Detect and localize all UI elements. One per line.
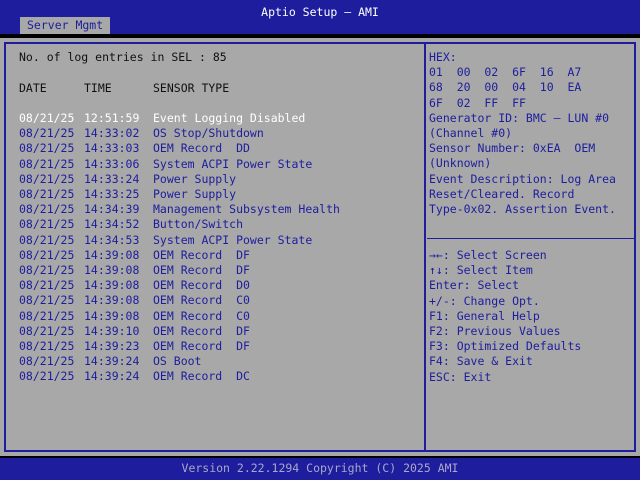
log-entry-type[interactable]: OEM Record D0 — [153, 278, 250, 293]
log-entry-time[interactable]: 14:33:25 — [84, 187, 139, 202]
log-entry-date[interactable]: 08/21/25 — [19, 126, 74, 141]
log-entry-type[interactable]: OS Stop/Shutdown — [153, 126, 264, 141]
log-entry-time[interactable]: 14:33:24 — [84, 172, 139, 187]
log-entry-time[interactable]: 14:34:39 — [84, 202, 139, 217]
log-entry-type[interactable]: OEM Record DC — [153, 369, 250, 384]
log-entry-time[interactable]: 14:39:23 — [84, 339, 139, 354]
log-entry-time[interactable]: 14:39:24 — [84, 354, 139, 369]
detail-line: Generator ID: BMC – LUN #0 — [429, 110, 610, 125]
help-line: ↑↓: Select Item — [429, 263, 533, 278]
log-entry-date[interactable]: 08/21/25 — [19, 369, 74, 384]
footer-version: Version 2.22.1294 Copyright (C) 2025 AMI — [0, 458, 640, 480]
log-entry-type[interactable]: OEM Record C0 — [153, 309, 250, 324]
log-entry-date[interactable]: 08/21/25 — [19, 172, 74, 187]
title-bar: Aptio Setup – AMI Server Mgmt — [0, 0, 640, 34]
detail-line: 01 00 02 6F 16 A7 — [429, 65, 582, 80]
log-entry-date[interactable]: 08/21/25 — [19, 141, 74, 156]
log-entry-date[interactable]: 08/21/25 — [19, 339, 74, 354]
help-line: Enter: Select — [429, 278, 520, 293]
log-entry-type[interactable]: OEM Record DF — [153, 248, 250, 263]
log-entry-time[interactable]: 14:39:08 — [84, 278, 139, 293]
log-entry-time[interactable]: 14:34:53 — [84, 233, 139, 248]
log-entry-date[interactable]: 08/21/25 — [19, 217, 74, 232]
help-line: +/-: Change Opt. — [429, 293, 540, 308]
log-entry-date[interactable]: 08/21/25 — [19, 248, 74, 263]
log-entry-time[interactable]: 14:39:10 — [84, 324, 139, 339]
detail-line: (Channel #0) — [429, 126, 513, 140]
log-entry-time[interactable]: 14:34:52 — [84, 217, 139, 232]
log-entry-date[interactable]: 08/21/25 — [19, 233, 74, 248]
detail-line: Sensor Number: 0xEA OEM — [429, 141, 596, 156]
log-entry-type[interactable]: OEM Record DF — [153, 324, 250, 339]
detail-line: Reset/Cleared. Record — [429, 186, 575, 201]
log-entry-date[interactable]: 08/21/25 — [19, 278, 74, 293]
help-line: →←: Select Screen — [429, 248, 547, 262]
log-entry-time[interactable]: 14:39:24 — [84, 369, 139, 384]
detail-line: (Unknown) — [429, 156, 492, 171]
log-entry-date[interactable]: 08/21/25 — [19, 309, 74, 324]
main-panel: No. of log entries in SEL : 85 DATE TIME… — [0, 38, 640, 456]
log-entry-time[interactable]: 14:33:06 — [84, 157, 139, 172]
log-entry-date[interactable]: 08/21/25 — [19, 354, 74, 369]
col-date: DATE — [19, 81, 47, 95]
pane-divider — [424, 42, 426, 452]
col-sensor-type: SENSOR TYPE — [153, 81, 230, 95]
log-entry-time[interactable]: 14:39:08 — [84, 263, 139, 278]
log-entry-time[interactable]: 14:39:08 — [84, 248, 139, 263]
log-entry-date[interactable]: 08/21/25 — [19, 157, 74, 172]
log-entry-type[interactable]: System ACPI Power State — [153, 157, 312, 172]
log-entry-date[interactable]: 08/21/25 — [19, 263, 74, 278]
log-entry-type[interactable]: Event Logging Disabled — [153, 111, 305, 126]
log-entry-type[interactable]: Management Subsystem Health — [153, 202, 340, 217]
log-entry-type[interactable]: Power Supply — [153, 187, 236, 202]
log-entry-time[interactable]: 14:39:08 — [84, 293, 139, 308]
help-line: F2: Previous Values — [429, 324, 561, 338]
log-entry-date[interactable]: 08/21/25 — [19, 111, 74, 126]
detail-line: HEX: — [429, 50, 457, 64]
log-entry-type[interactable]: System ACPI Power State — [153, 233, 312, 248]
log-entry-time[interactable]: 14:33:03 — [84, 141, 139, 156]
col-time: TIME — [84, 81, 112, 95]
log-entry-type[interactable]: OEM Record DF — [153, 339, 250, 354]
log-entry-type[interactable]: Power Supply — [153, 172, 236, 187]
log-entry-type[interactable]: OEM Record DD — [153, 141, 250, 156]
help-line: ESC: Exit — [429, 369, 492, 384]
detail-line: 68 20 00 04 10 EA — [429, 80, 582, 95]
log-entry-date[interactable]: 08/21/25 — [19, 202, 74, 217]
log-entry-time[interactable]: 14:33:02 — [84, 126, 139, 141]
help-line: F3: Optimized Defaults — [429, 339, 582, 354]
log-entry-date[interactable]: 08/21/25 — [19, 324, 74, 339]
detail-line: Type-0x02. Assertion Event. — [429, 202, 616, 216]
help-line: F1: General Help — [429, 308, 540, 323]
log-entry-date[interactable]: 08/21/25 — [19, 187, 74, 202]
log-entry-type[interactable]: OS Boot — [153, 354, 201, 369]
log-entry-type[interactable]: OEM Record C0 — [153, 293, 250, 308]
log-entry-type[interactable]: Button/Switch — [153, 217, 243, 232]
log-entry-type[interactable]: OEM Record DF — [153, 263, 250, 278]
log-entry-date[interactable]: 08/21/25 — [19, 293, 74, 308]
log-entry-time[interactable]: 14:39:08 — [84, 309, 139, 324]
help-line: F4: Save & Exit — [429, 354, 533, 369]
sel-count: No. of log entries in SEL : 85 — [19, 50, 227, 64]
detail-line: 6F 02 FF FF — [429, 95, 526, 110]
help-divider — [427, 238, 634, 239]
log-entry-time[interactable]: 12:51:59 — [84, 111, 139, 126]
tab-server-mgmt[interactable]: Server Mgmt — [20, 17, 111, 34]
detail-line: Event Description: Log Area — [429, 171, 616, 186]
